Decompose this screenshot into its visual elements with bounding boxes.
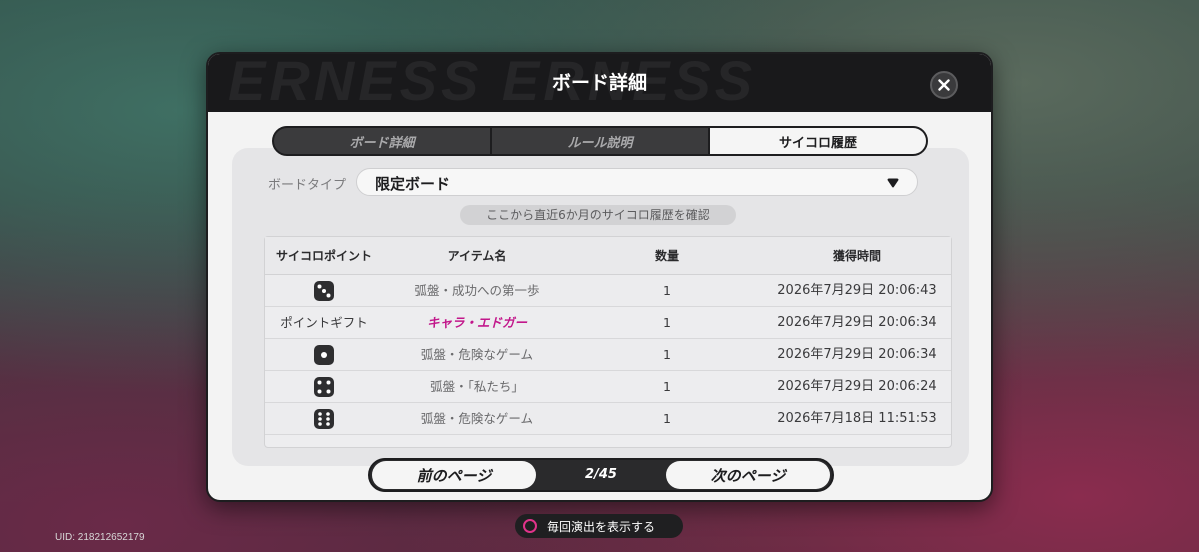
acquired-time: 2026年7月29日 20:06:43 xyxy=(777,283,937,298)
tab-bar: ボード詳細 ルール説明 サイコロ履歴 xyxy=(272,126,928,156)
show-effect-label: 毎回演出を表示する xyxy=(547,519,656,534)
dice-point-cell xyxy=(265,339,383,370)
header-acquired-time: 獲得時間 xyxy=(832,249,881,263)
dice-history-table: サイコロポイント アイテム名 数量 獲得時間 弧盤・成功への第一歩 1 2026… xyxy=(264,236,952,448)
prev-page-button[interactable]: 前のページ xyxy=(372,461,536,489)
table-row: 弧盤・危険なゲーム 1 2026年7月29日 20:06:34 xyxy=(265,339,951,371)
table-row: ポイントギフト キャラ・エドガー 1 2026年7月29日 20:06:34 xyxy=(265,307,951,339)
dice-face-3-icon xyxy=(314,281,334,301)
board-type-select[interactable]: 限定ボード xyxy=(356,168,918,196)
header-dice-point: サイコロポイント xyxy=(275,249,372,263)
acquired-time: 2026年7月18日 11:51:53 xyxy=(777,411,937,426)
quantity: 1 xyxy=(663,283,671,298)
board-detail-modal: ERNESS ERNESS ボード詳細 ボードタイプ 限定ボード ここから直近6… xyxy=(206,52,993,502)
tab-dice-history[interactable]: サイコロ履歴 xyxy=(710,128,926,154)
circle-button-icon xyxy=(523,519,537,533)
quantity: 1 xyxy=(663,411,671,426)
next-page-button[interactable]: 次のページ xyxy=(666,461,830,489)
table-header: サイコロポイント アイテム名 数量 獲得時間 xyxy=(265,237,951,275)
show-effect-toggle[interactable]: 毎回演出を表示する xyxy=(515,514,683,538)
modal-title: ボード詳細 xyxy=(551,72,647,94)
close-icon xyxy=(938,79,950,91)
acquired-time: 2026年7月29日 20:06:34 xyxy=(777,347,937,362)
quantity: 1 xyxy=(663,347,671,362)
user-id: UID: 218212652179 xyxy=(55,532,145,543)
dice-point-cell xyxy=(265,275,383,306)
quantity: 1 xyxy=(663,379,671,394)
dice-point-cell xyxy=(265,403,383,434)
acquired-time: 2026年7月29日 20:06:24 xyxy=(777,379,937,394)
dice-point-cell xyxy=(265,371,383,402)
item-name: キャラ・エドガー xyxy=(426,315,527,330)
dice-face-1-icon xyxy=(314,345,334,365)
item-name: 弧盤・危険なゲーム xyxy=(420,411,534,426)
table-row: 弧盤・「私たち」 1 2026年7月29日 20:06:24 xyxy=(265,371,951,403)
item-name: 弧盤・「私たち」 xyxy=(430,379,524,394)
acquired-time: 2026年7月29日 20:06:34 xyxy=(777,315,937,330)
header-item-name: アイテム名 xyxy=(447,249,507,263)
tab-board-detail[interactable]: ボード詳細 xyxy=(274,128,492,154)
history-notice: ここから直近6か月のサイコロ履歴を確認 xyxy=(460,205,736,225)
page-indicator: 2/45 xyxy=(585,467,617,482)
quantity: 1 xyxy=(663,315,671,330)
dropdown-caret-icon xyxy=(887,178,899,188)
item-name: 弧盤・危険なゲーム xyxy=(420,347,534,362)
board-type-value: 限定ボード xyxy=(375,175,451,193)
close-button[interactable] xyxy=(930,71,958,99)
board-type-label: ボードタイプ xyxy=(268,178,347,193)
dice-point-text: ポイントギフト xyxy=(280,315,368,330)
table-row: 弧盤・成功への第一歩 1 2026年7月29日 20:06:43 xyxy=(265,275,951,307)
item-name: 弧盤・成功への第一歩 xyxy=(414,283,540,298)
tab-rules[interactable]: ルール説明 xyxy=(492,128,710,154)
modal-header: ERNESS ERNESS ボード詳細 xyxy=(208,54,991,112)
pagination: 前のページ 2/45 次のページ xyxy=(368,458,834,492)
content-panel: ボードタイプ 限定ボード ここから直近6か月のサイコロ履歴を確認 サイコロポイン… xyxy=(232,148,969,466)
header-quantity: 数量 xyxy=(654,249,679,263)
dice-face-6-icon xyxy=(314,409,334,429)
table-row: 弧盤・危険なゲーム 1 2026年7月18日 11:51:53 xyxy=(265,403,951,435)
dice-face-4-icon xyxy=(314,377,334,397)
